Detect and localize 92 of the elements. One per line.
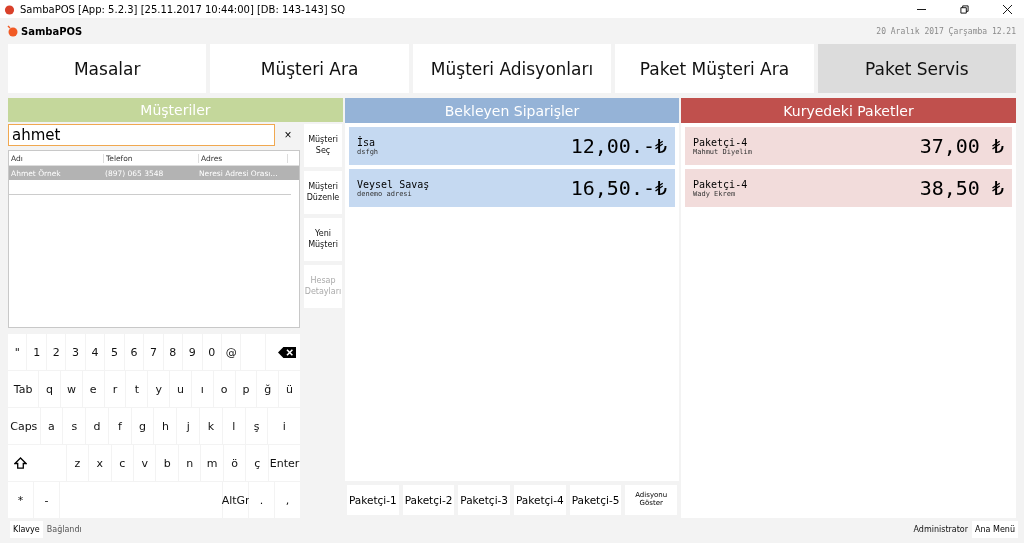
date-text: 20 Aralık 2017 Çarşamba 12.21 — [876, 26, 1016, 36]
panel-header: Müşteriler — [8, 98, 343, 122]
keyboard-key[interactable]: a — [40, 408, 63, 444]
logo-icon — [7, 25, 19, 37]
window-title: SambaPOS [App: 5.2.3] [25.11.2017 10:44:00] [DB: 143-143] SQ — [20, 3, 346, 15]
courier-name: Paketçi-4 — [693, 136, 748, 148]
keyboard-key[interactable]: d — [86, 408, 108, 444]
order-amount: 12,00.-₺ — [570, 134, 667, 158]
user-name: Administrator — [913, 524, 969, 534]
courier-button[interactable]: Paketçi-4 — [514, 485, 566, 515]
courier-button[interactable]: Paketçi-3 — [458, 485, 510, 515]
keyboard-key[interactable]: w — [61, 371, 82, 407]
order-amount: 37,00 ₺ — [919, 134, 1004, 158]
keyboard-key[interactable]: x — [89, 445, 111, 481]
keyboard-key[interactable]: " — [8, 334, 27, 370]
panel-header: Bekleyen Siparişler — [345, 98, 679, 123]
keyboard-key[interactable]: c — [111, 445, 133, 481]
keyboard-key[interactable]: 4 — [85, 334, 105, 370]
keyboard-key[interactable]: ç — [246, 445, 268, 481]
keyboard-key[interactable]: ğ — [257, 371, 279, 407]
keyboard-key[interactable]: v — [134, 445, 156, 481]
keyboard-key[interactable]: Tab — [8, 371, 39, 407]
keyboard-key[interactable]: ü — [279, 371, 300, 407]
keyboard-key[interactable]: j — [177, 408, 200, 444]
action-button[interactable]: Müşteri Seç — [304, 124, 342, 167]
main-menu-button[interactable]: Ana Menü — [972, 520, 1018, 538]
keyboard-key[interactable]: , — [275, 482, 300, 518]
nav-button[interactable]: Müşteri Adisyonları — [412, 44, 612, 93]
keyboard-key[interactable]: 0 — [202, 334, 221, 370]
customer-name: Veysel Savaş — [357, 178, 430, 190]
keyboard-key[interactable]: 7 — [144, 334, 163, 370]
keyboard-key[interactable]: y — [148, 371, 170, 407]
search-field[interactable]: ahmet — [8, 124, 276, 146]
keyboard-key[interactable]: g — [131, 408, 154, 444]
restore-icon[interactable] — [960, 4, 969, 14]
keyboard-key[interactable]: k — [200, 408, 222, 444]
keyboard-key[interactable]: 8 — [163, 334, 183, 370]
keyboard-key[interactable]: 5 — [105, 334, 124, 370]
keyboard-key[interactable]: 1 — [27, 334, 46, 370]
courier-name: Paketçi-4 — [693, 178, 748, 190]
nav-button[interactable]: Müşteri Ara — [210, 44, 409, 93]
app-icon — [4, 3, 15, 15]
keyboard-key[interactable]: t — [126, 371, 148, 407]
keyboard-key[interactable]: 6 — [124, 334, 144, 370]
keyboard-key[interactable]: ı — [191, 371, 213, 407]
shift-key[interactable] — [8, 445, 66, 481]
keyboard-key[interactable]: b — [156, 445, 178, 481]
customer-name: İsa — [357, 136, 377, 148]
keyboard-button[interactable]: Klavye — [10, 520, 43, 538]
keyboard-key[interactable]: - — [33, 482, 59, 518]
panel-header: Kuryedeki Paketler — [681, 98, 1016, 123]
courier-button[interactable]: Paketçi-1 — [347, 485, 399, 515]
shift-icon — [14, 456, 27, 470]
order-amount: 38,50 ₺ — [919, 176, 1004, 200]
keyboard-key[interactable]: AltGr — [223, 482, 249, 518]
nav-button[interactable]: Masalar — [8, 44, 207, 93]
keyboard-key[interactable]: @ — [222, 334, 241, 370]
courier-button[interactable]: Paketçi-2 — [402, 485, 455, 515]
nav-button[interactable]: Paket Servis — [817, 44, 1017, 93]
order-amount: 16,50.-₺ — [570, 176, 667, 200]
courier-button[interactable]: Paketçi-5 — [569, 485, 622, 515]
keyboard-key[interactable]: z — [66, 445, 89, 481]
keyboard-key[interactable]: 9 — [183, 334, 202, 370]
keyboard-key[interactable]: n — [178, 445, 201, 481]
action-button[interactable]: Yeni Müşteri — [304, 218, 342, 261]
close-icon[interactable] — [1003, 4, 1012, 14]
backspace-icon — [277, 346, 296, 358]
keyboard-key[interactable]: ö — [223, 445, 246, 481]
keyboard-key[interactable]: e — [82, 371, 104, 407]
keyboard-key[interactable]: 3 — [66, 334, 85, 370]
keyboard-key[interactable]: * — [8, 482, 33, 518]
logo-text: SambaPOS — [21, 25, 83, 37]
keyboard-key[interactable]: h — [154, 408, 177, 444]
action-button[interactable]: Müşteri Düzenle — [304, 171, 342, 214]
backspace-key[interactable] — [266, 334, 300, 370]
keyboard-key[interactable]: Enter — [268, 445, 301, 481]
keyboard-key[interactable]: u — [170, 371, 191, 407]
keyboard-key[interactable]: f — [108, 408, 131, 444]
keyboard-key[interactable]: p — [235, 371, 257, 407]
keyboard-key[interactable]: . — [249, 482, 275, 518]
keyboard-key[interactable]: r — [104, 371, 126, 407]
keyboard-key[interactable]: m — [201, 445, 223, 481]
keyboard-key[interactable]: i — [268, 408, 300, 444]
keyboard-key[interactable]: ş — [245, 408, 268, 444]
keyboard-key[interactable]: 2 — [46, 334, 66, 370]
keyboard-key[interactable]: q — [39, 371, 60, 407]
connection-status: Bağlandı — [46, 524, 82, 534]
keyboard-key[interactable]: o — [213, 371, 235, 407]
nav-button[interactable]: Paket Müşteri Ara — [615, 44, 814, 93]
keyboard-key[interactable]: l — [222, 408, 245, 444]
keyboard-key[interactable]: Caps — [8, 408, 40, 444]
keyboard-key[interactable]: s — [63, 408, 86, 444]
